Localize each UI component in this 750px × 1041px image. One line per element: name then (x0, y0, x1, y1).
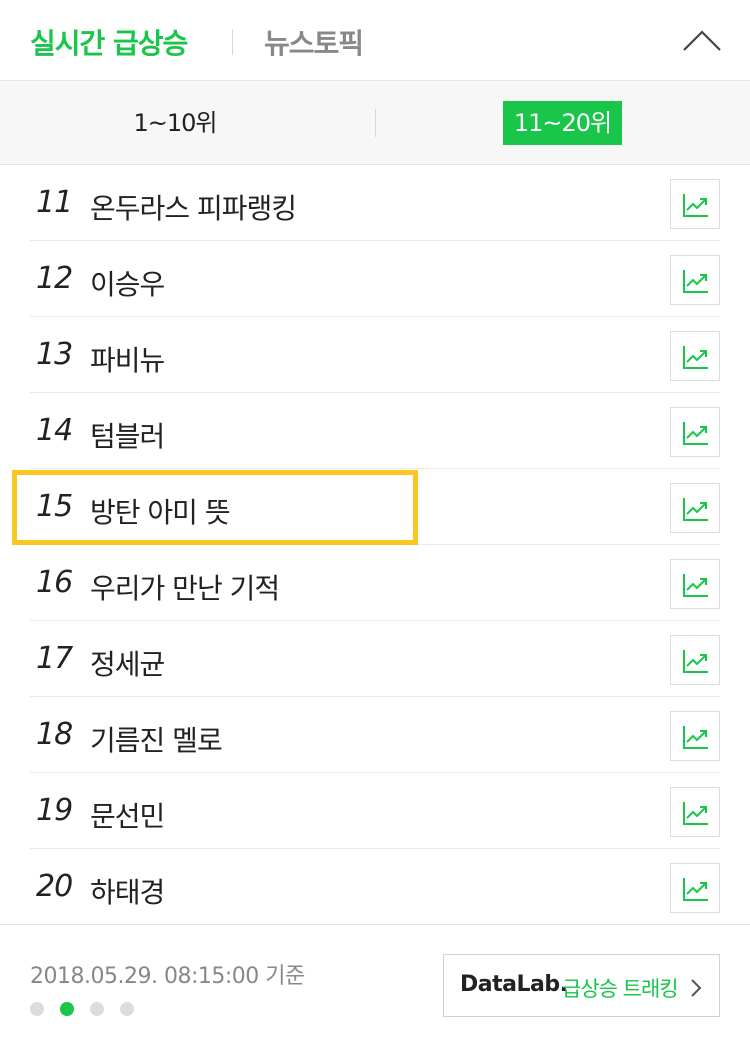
range-divider (375, 109, 376, 137)
datalab-tracking-text: 급상승 트래킹 (562, 977, 679, 1001)
keyword-row[interactable]: 16 우리가 만난 기적 (0, 545, 750, 621)
rank-number: 11 (36, 185, 73, 220)
rank-number: 15 (36, 489, 73, 524)
trend-chart-icon (683, 574, 708, 597)
rank-number: 16 (36, 565, 73, 600)
rank-range-tabs: 1~10위 11~20위 (0, 81, 750, 165)
trend-button[interactable] (670, 863, 720, 913)
rank-number: 20 (36, 869, 73, 904)
keyword-text[interactable]: 문선민 (90, 795, 165, 835)
keyword-text[interactable]: 하태경 (90, 871, 165, 911)
trend-button[interactable] (670, 331, 720, 381)
header: 실시간 급상승 뉴스토픽 (0, 0, 750, 81)
keyword-row[interactable]: 20 하태경 (0, 849, 750, 925)
keyword-text[interactable]: 기름진 멜로 (90, 719, 223, 759)
keyword-row[interactable]: 14 텀블러 (0, 393, 750, 469)
trend-chart-icon (683, 878, 708, 901)
footer-divider (0, 924, 750, 925)
rank-number: 14 (36, 413, 73, 448)
trend-chart-icon (683, 802, 708, 825)
trend-button[interactable] (670, 787, 720, 837)
trend-button[interactable] (670, 179, 720, 229)
keyword-row[interactable]: 17 정세균 (0, 621, 750, 697)
keyword-text[interactable]: 방탄 아미 뜻 (90, 491, 231, 531)
trend-chart-icon (683, 270, 708, 293)
keyword-text[interactable]: 온두라스 피파랭킹 (90, 187, 297, 227)
tab-news-topic[interactable]: 뉴스토픽 (264, 22, 364, 62)
tab-divider (232, 29, 233, 55)
keyword-text[interactable]: 우리가 만난 기적 (90, 567, 280, 607)
keyword-text[interactable]: 정세균 (90, 643, 165, 683)
trend-chart-icon (683, 422, 708, 445)
tab-realtime-rising[interactable]: 실시간 급상승 (30, 22, 188, 62)
trend-button[interactable] (670, 483, 720, 533)
keyword-text[interactable]: 파비뉴 (90, 339, 165, 379)
keyword-row[interactable]: 15 방탄 아미 뜻 (0, 469, 750, 545)
rank-number: 17 (36, 641, 73, 676)
trend-chart-icon (683, 346, 708, 369)
trend-button[interactable] (670, 711, 720, 761)
keyword-row[interactable]: 12 이승우 (0, 241, 750, 317)
page-dot-4[interactable] (120, 1002, 134, 1016)
tab-rank-1-10[interactable]: 1~10위 (120, 103, 230, 143)
page-dot-3[interactable] (90, 1002, 104, 1016)
rank-number: 13 (36, 337, 73, 372)
rank-number: 19 (36, 793, 73, 828)
keyword-row[interactable]: 11 온두라스 피파랭킹 (0, 165, 750, 241)
rank-number: 12 (36, 261, 73, 296)
keyword-row[interactable]: 18 기름진 멜로 (0, 697, 750, 773)
keyword-row[interactable]: 19 문선민 (0, 773, 750, 849)
update-timestamp: 2018.05.29. 08:15:00 기준 (30, 964, 305, 989)
keyword-text[interactable]: 텀블러 (90, 415, 165, 455)
chevron-up-icon[interactable] (680, 22, 724, 58)
datalab-brand: DataLab. (460, 972, 568, 997)
page-dot-2-active[interactable] (60, 1002, 74, 1016)
page-dot-1[interactable] (30, 1002, 44, 1016)
trend-button[interactable] (670, 407, 720, 457)
datalab-tracking-button[interactable]: DataLab. 급상승 트래킹 (443, 954, 720, 1017)
trend-chart-icon (683, 650, 708, 673)
keyword-list: 11 온두라스 피파랭킹 12 이승우 13 파비뉴 14 텀블러 15 방탄 … (0, 165, 750, 925)
keyword-text[interactable]: 이승우 (90, 263, 165, 303)
chevron-right-icon (690, 978, 702, 1002)
trend-button[interactable] (670, 635, 720, 685)
trend-button[interactable] (670, 559, 720, 609)
rank-number: 18 (36, 717, 73, 752)
trend-chart-icon (683, 194, 708, 217)
datalab-tracking-label: 급상승 트래킹 (562, 973, 679, 1003)
trend-chart-icon (683, 498, 708, 521)
trend-chart-icon (683, 726, 708, 749)
trend-button[interactable] (670, 255, 720, 305)
tab-rank-11-20[interactable]: 11~20위 (503, 101, 622, 145)
keyword-row[interactable]: 13 파비뉴 (0, 317, 750, 393)
